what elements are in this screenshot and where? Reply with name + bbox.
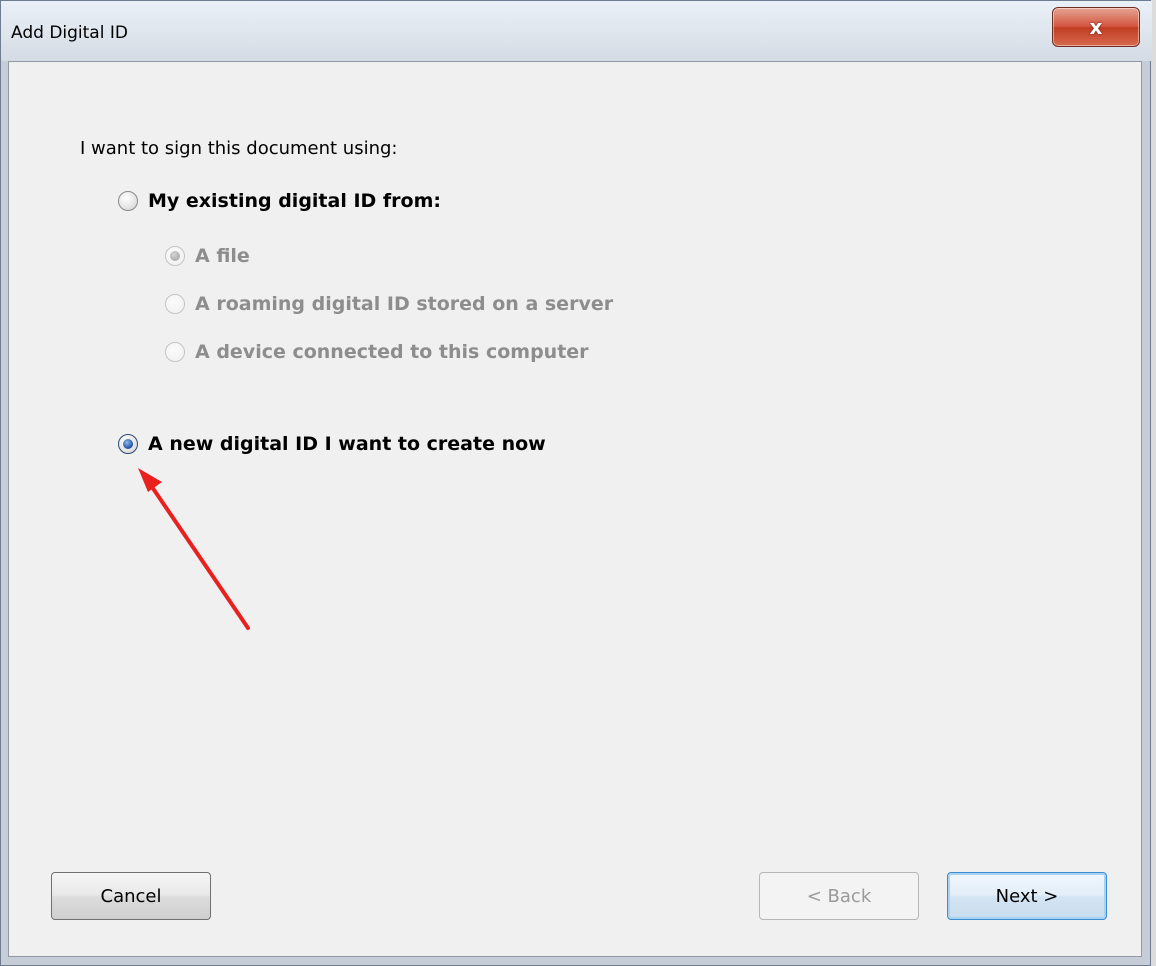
existing-id-radio[interactable]: [118, 191, 138, 211]
dialog-content: I want to sign this document using: My e…: [8, 61, 1142, 957]
title-bar[interactable]: Add Digital ID x: [1, 1, 1152, 61]
device-radio: [165, 342, 185, 362]
device-label: A device connected to this computer: [195, 341, 589, 363]
next-button[interactable]: Next >: [947, 872, 1107, 920]
option-existing-id[interactable]: My existing digital ID from:: [118, 190, 441, 212]
option-new-id[interactable]: A new digital ID I want to create now: [118, 433, 546, 455]
roaming-label: A roaming digital ID stored on a server: [195, 293, 614, 315]
window-title: Add Digital ID: [11, 23, 128, 43]
cancel-button[interactable]: Cancel: [51, 872, 211, 920]
option-device: A device connected to this computer: [165, 341, 589, 363]
option-file: A file: [165, 245, 250, 267]
file-label: A file: [195, 245, 250, 267]
add-digital-id-dialog: Add Digital ID x I want to sign this doc…: [0, 0, 1152, 966]
sign-prompt-label: I want to sign this document using:: [80, 138, 398, 159]
option-roaming: A roaming digital ID stored on a server: [165, 293, 613, 315]
close-button[interactable]: x: [1052, 7, 1140, 47]
close-icon: x: [1089, 15, 1103, 39]
roaming-radio: [165, 294, 185, 314]
existing-id-label: My existing digital ID from:: [148, 190, 442, 212]
file-radio: [165, 246, 185, 266]
new-id-radio[interactable]: [118, 434, 138, 454]
back-button: < Back: [759, 872, 919, 920]
new-id-label: A new digital ID I want to create now: [148, 433, 546, 455]
